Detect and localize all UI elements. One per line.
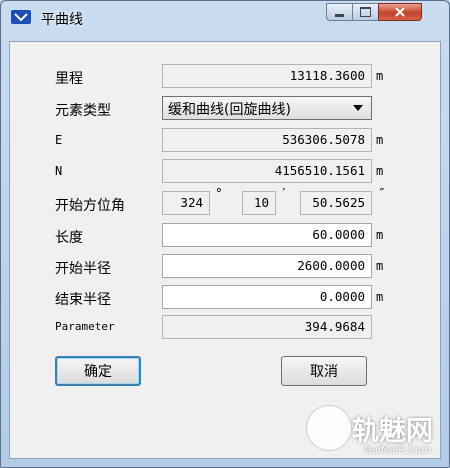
mileage-unit: m xyxy=(376,69,384,83)
azimuth-degrees-field: 324 xyxy=(162,191,210,215)
azimuth-minutes-field: 10 xyxy=(242,191,276,215)
watermark-text: 轨魅网 xyxy=(352,416,433,447)
maximize-icon xyxy=(360,7,371,17)
minimize-icon xyxy=(335,13,344,17)
parameter-label: Parameter xyxy=(55,320,115,333)
e-label: E xyxy=(55,133,63,147)
length-label: 长度 xyxy=(55,230,83,246)
element-type-value: 缓和曲线(回旋曲线) xyxy=(168,102,291,118)
n-unit: m xyxy=(376,164,384,178)
dropdown-arrow-icon xyxy=(353,105,363,111)
watermark-logo-icon xyxy=(306,405,352,451)
close-icon xyxy=(395,7,405,17)
start-radius-label: 开始半径 xyxy=(55,261,111,277)
maximize-button[interactable] xyxy=(352,3,379,21)
start-radius-input[interactable]: 2600.0000 xyxy=(162,254,372,278)
ok-button[interactable]: 确定 xyxy=(55,356,141,386)
minute-symbol: ′ xyxy=(280,187,288,202)
degree-symbol: ° xyxy=(215,187,223,202)
window-title: 平曲线 xyxy=(41,12,83,28)
parameter-field: 394.9684 xyxy=(162,315,372,339)
app-icon xyxy=(11,10,31,24)
end-radius-input[interactable]: 0.0000 xyxy=(162,285,372,309)
element-type-label: 元素类型 xyxy=(55,103,111,119)
end-radius-label: 结束半径 xyxy=(55,292,111,308)
element-type-select[interactable]: 缓和曲线(回旋曲线) xyxy=(162,96,372,120)
n-field: 4156510.1561 xyxy=(162,159,372,183)
e-unit: m xyxy=(376,133,384,147)
start-azimuth-label: 开始方位角 xyxy=(55,198,125,214)
end-radius-unit: m xyxy=(376,290,384,304)
mileage-label: 里程 xyxy=(55,71,83,87)
length-input[interactable]: 60.0000 xyxy=(162,223,372,247)
watermark: 轨魅网 GuiMeiR.Com xyxy=(306,405,446,463)
mileage-field: 13118.3600 xyxy=(162,64,372,88)
close-button[interactable] xyxy=(378,3,422,21)
title-bar[interactable]: 平曲线 xyxy=(1,1,449,35)
second-symbol: ″ xyxy=(378,187,386,202)
start-radius-unit: m xyxy=(376,259,384,273)
watermark-subtext: GuiMeiR.Com xyxy=(364,445,432,456)
e-field: 536306.5078 xyxy=(162,128,372,152)
minimize-button[interactable] xyxy=(326,3,353,21)
length-unit: m xyxy=(376,228,384,242)
n-label: N xyxy=(55,164,63,178)
cancel-button[interactable]: 取消 xyxy=(281,356,367,386)
azimuth-seconds-field: 50.5625 xyxy=(300,191,372,215)
dialog-body: 里程 13118.3600 m 元素类型 缓和曲线(回旋曲线) E 536306… xyxy=(9,41,441,459)
dialog-window: 平曲线 里程 13118.3600 m 元素类型 缓和曲线(回旋曲线) E 53… xyxy=(0,0,450,468)
